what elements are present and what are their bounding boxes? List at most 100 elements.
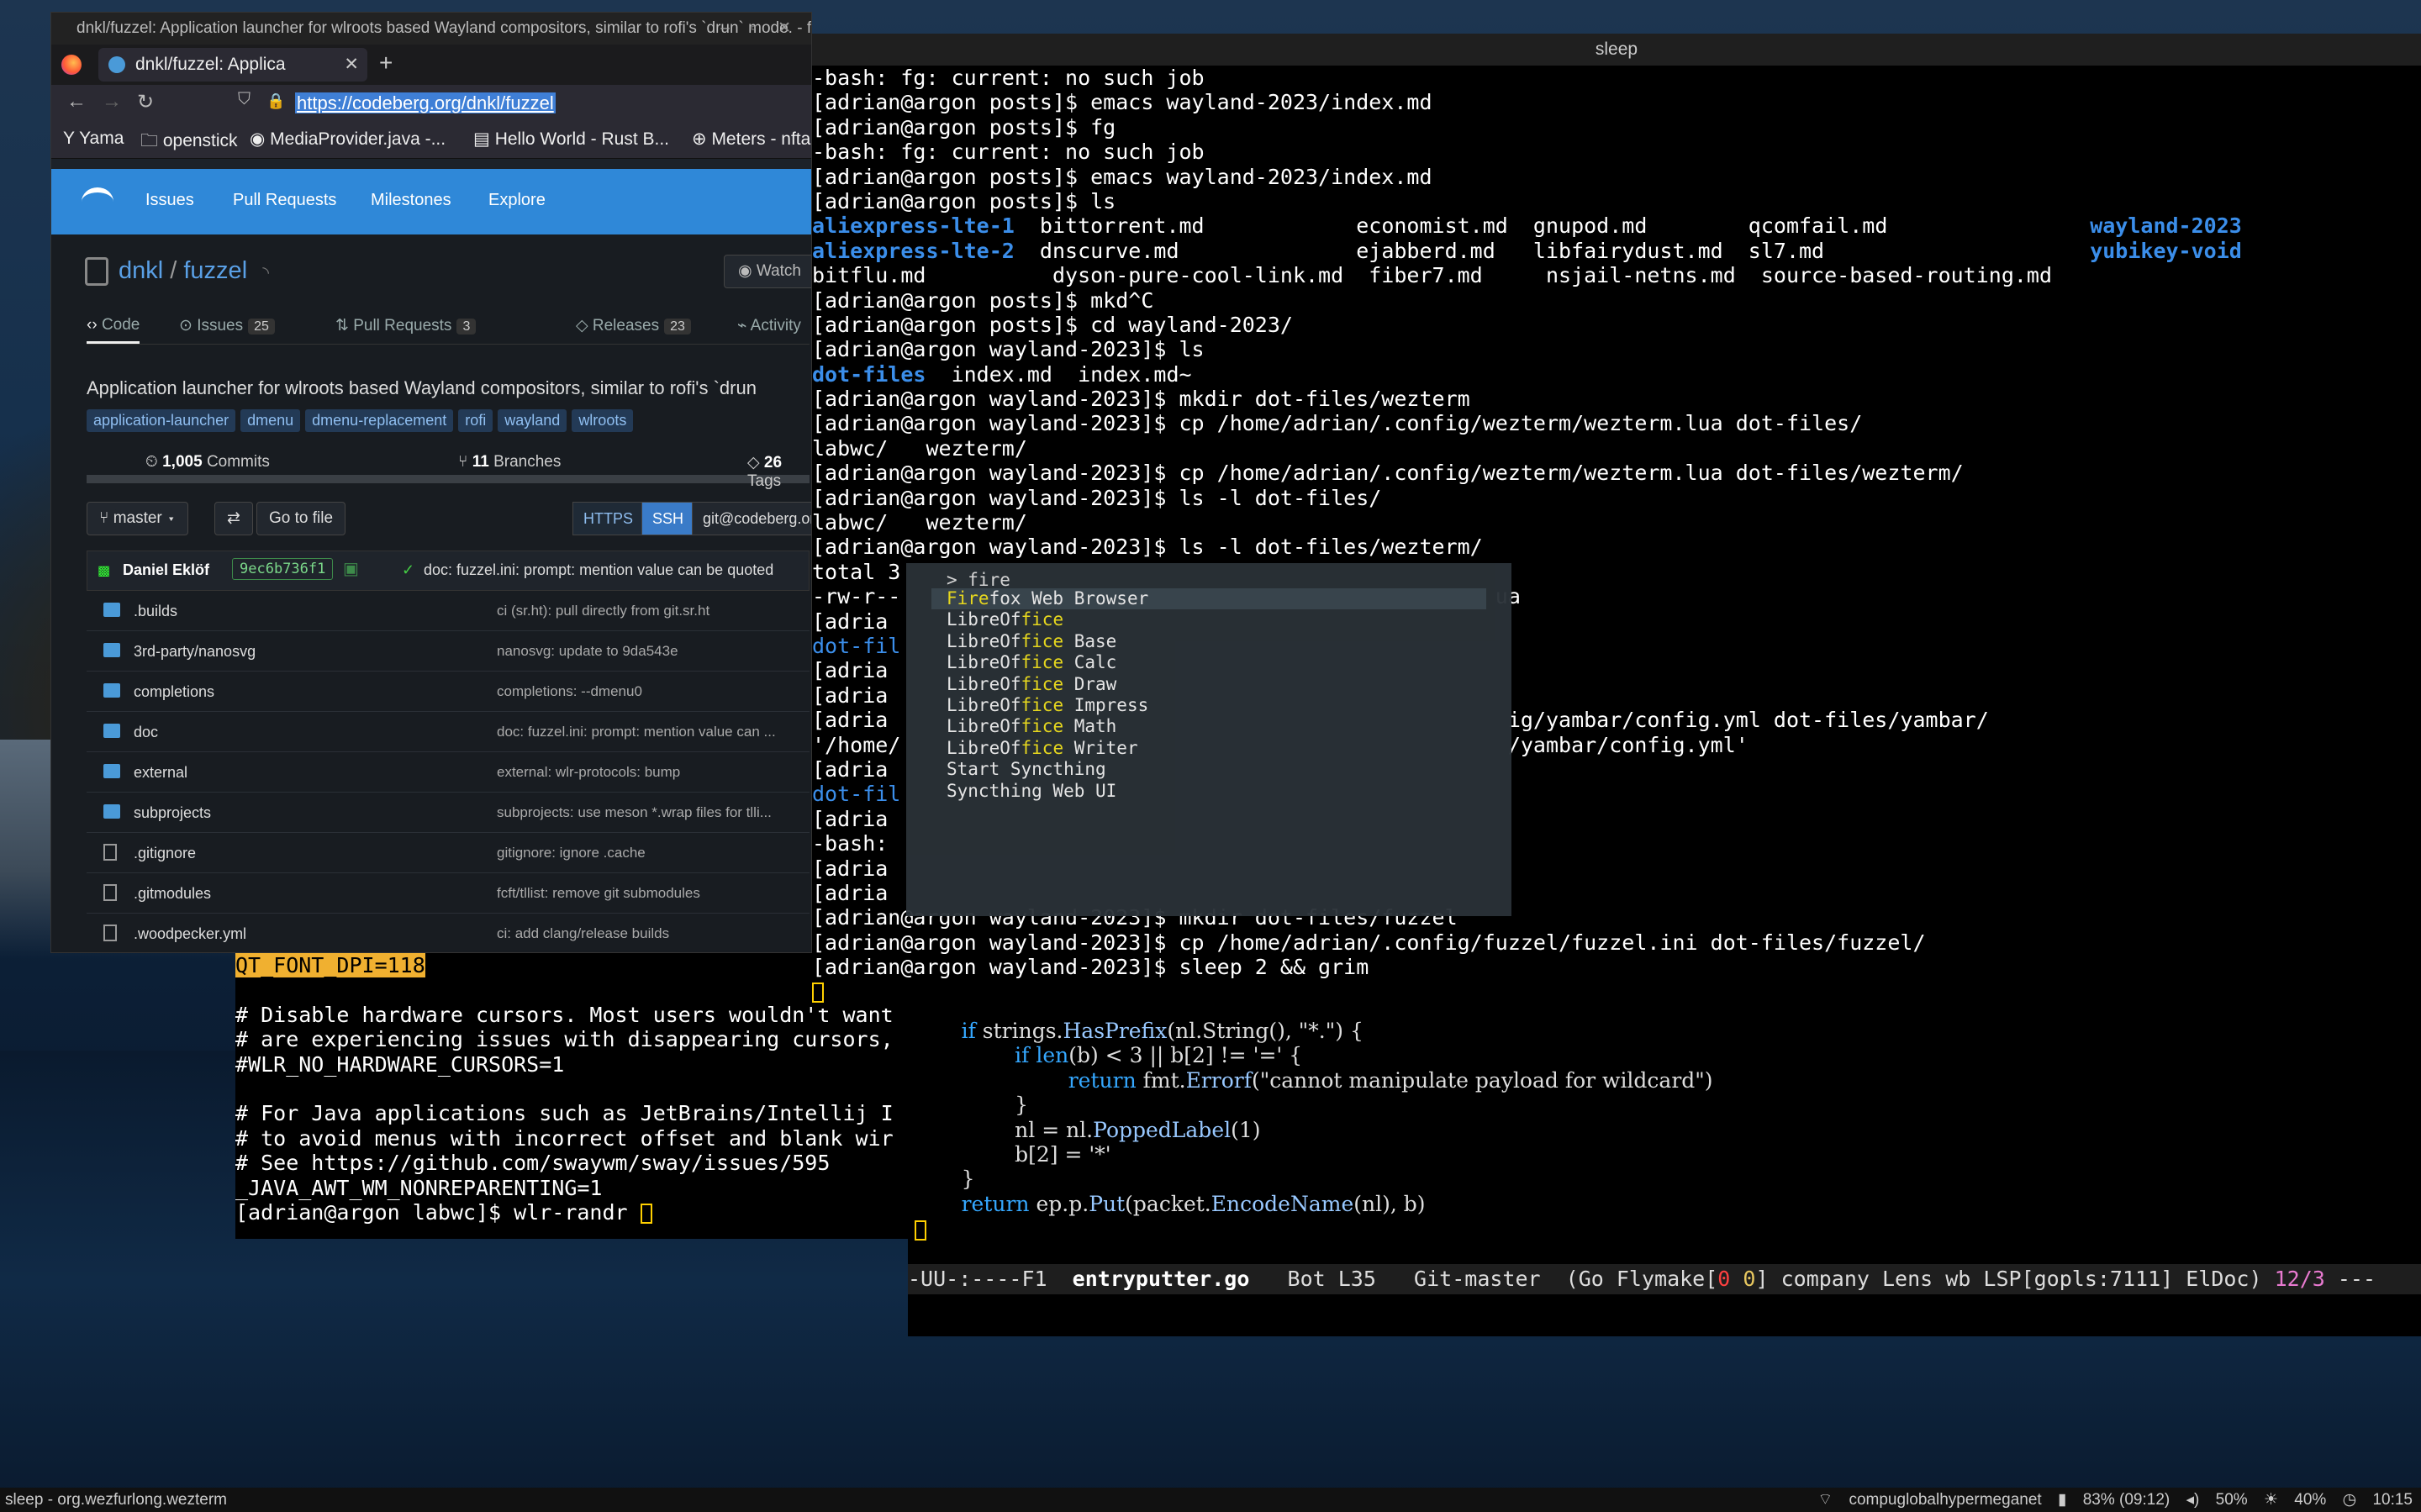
branch-dropdown[interactable]: ⑂ master ▾ — [87, 502, 189, 535]
fuzzel-result-item[interactable]: LibreOffice Math — [947, 716, 1493, 737]
emacs-modeline: -UU-:----F1 entryputter.go Bot L35 Git-m… — [908, 1264, 2421, 1294]
terminal-line: [adrian@argon posts]$ mkd^C — [812, 287, 1154, 313]
tags-link[interactable]: ◇ 26 Tags — [747, 453, 810, 491]
nav-milestones[interactable]: Milestones — [371, 191, 451, 210]
commit-message[interactable]: doc: fuzzel.ini: prompt: mention value c… — [424, 561, 773, 579]
tab-code[interactable]: ‹› Code — [87, 316, 140, 344]
bookmark-mediaprovider[interactable]: ◉ MediaProvider.java -... — [250, 129, 446, 150]
fuzzel-result-item[interactable]: LibreOffice Calc — [947, 652, 1493, 673]
codeberg-navbar: Issues Pull Requests Milestones Explore — [51, 169, 811, 234]
file-row[interactable]: .gitmodules fcft/tllist: remove git submo… — [87, 873, 810, 914]
topic-tag[interactable]: rofi — [458, 409, 493, 432]
wifi-indicator[interactable]: ⌔ compuglobalhypermeganet — [1817, 1491, 2041, 1509]
fuzzel-result-item[interactable]: LibreOffice Draw — [947, 674, 1493, 695]
fuzzel-result-item[interactable]: LibreOffice Impress — [947, 695, 1493, 716]
tab-activity[interactable]: ⌁ Activity — [737, 316, 801, 335]
close-tab-icon[interactable]: ✕ — [344, 48, 359, 82]
fuzzel-item-text: LibreOf — [947, 695, 1021, 715]
fuzzel-result-item[interactable]: LibreOffice — [947, 609, 1493, 630]
fuzzel-item-text: LibreOf — [947, 716, 1021, 737]
repo-name-link[interactable]: fuzzel — [183, 257, 247, 284]
bookmark-openstick[interactable]: 🗀 openstick — [140, 129, 238, 158]
terminal-title: sleep — [1595, 40, 1638, 59]
terminal-line: [adrian@argon posts]$ ls — [812, 188, 1116, 213]
fuzzel-result-item[interactable]: Start Syncthing — [947, 759, 1493, 780]
ls-dir-entry: dot-files — [812, 361, 926, 387]
fuzzel-item-text: LibreOf — [947, 673, 1021, 694]
browser-tab[interactable]: dnkl/fuzzel: Applica ✕ — [98, 48, 367, 82]
url-text: https://codeberg.org/dnkl/fuzzel — [295, 92, 556, 113]
file-row[interactable]: .builds ci (sr.ht): pull directly from gi… — [87, 591, 810, 631]
terminal-line: [adrian@argon wayland-2023]$ sleep 2 && … — [812, 955, 1369, 980]
file-row[interactable]: doc doc: fuzzel.ini: prompt: mention valu… — [87, 712, 810, 752]
file-row[interactable]: completions completions: --dmenu0 — [87, 672, 810, 712]
emacs-window[interactable]: if strings.HasPrefix(nl.String(), "*.") … — [908, 1009, 2421, 1336]
fuzzel-launcher[interactable]: > fire Firefox Web Browser LibreOffice Lib… — [906, 563, 1511, 916]
window-controls[interactable]: – ▫ ✕ — [720, 13, 799, 45]
fuzzel-result-item[interactable]: Firefox Web Browser — [931, 588, 1486, 610]
topic-tag[interactable]: dmenu — [240, 409, 301, 432]
bookmark-meters[interactable]: ⊕ Meters - nfta — [692, 129, 810, 150]
firefox-window[interactable]: dnkl/fuzzel: Application launcher for wl… — [50, 12, 812, 953]
topic-tag[interactable]: dmenu-replacement — [305, 409, 454, 432]
fuzzel-item-match: Fire — [947, 588, 989, 608]
nav-explore[interactable]: Explore — [488, 191, 546, 210]
rss-icon[interactable]: ◝ — [262, 264, 269, 282]
reload-icon[interactable]: ↻ — [137, 90, 154, 114]
fuzzel-item-text: Start Syncthing — [947, 759, 1106, 780]
browser-window-title: dnkl/fuzzel: Application launcher for wl… — [76, 19, 811, 37]
code-line: return fmt.Errorf("cannot manipulate pay… — [1068, 1067, 1713, 1093]
file-row[interactable]: .woodpecker.yml ci: add clang/release bui… — [87, 914, 810, 952]
nav-pull-requests[interactable]: Pull Requests — [233, 191, 336, 210]
bookmark-rust[interactable]: ▤ Hello World - Rust B... — [473, 129, 669, 150]
shield-icon[interactable]: ⛉ — [238, 90, 251, 109]
code-line: } — [908, 1167, 975, 1192]
labwc-terminal[interactable]: QT_FONT_DPI=118 # Disable hardware cursor… — [235, 953, 908, 1239]
lock-icon[interactable]: 🔒 — [266, 92, 285, 110]
file-row[interactable]: .gitignore gitignore: ignore .cache — [87, 833, 810, 873]
file-row[interactable]: 3rd-party/nanosvg nanosvg: update to 9da5… — [87, 631, 810, 672]
brightness-indicator[interactable]: ☀ 40% — [2264, 1491, 2326, 1509]
fuzzel-item-text: LibreOf — [947, 652, 1021, 673]
terminal-line: [adrian@argon wayland-2023]$ ls -l dot-f… — [812, 485, 1382, 510]
latest-commit: ▩ Daniel Eklöf 9ec6b736f1 ▣ ✓ doc: fuzze… — [87, 551, 810, 591]
clone-url-input[interactable]: git@codeberg.or — [692, 502, 811, 535]
tab-issues[interactable]: ⊙ Issues 25 — [179, 316, 275, 335]
fuzzel-result-item[interactable]: LibreOffice Writer — [947, 738, 1493, 759]
topic-tag[interactable]: application-launcher — [87, 409, 236, 432]
fuzzel-item-text: Math — [1063, 716, 1117, 737]
go-to-file-button[interactable]: Go to file — [256, 502, 346, 535]
fuzzel-prompt-input[interactable]: > fire — [947, 570, 1010, 590]
emacs-buffer[interactable]: if strings.HasPrefix(nl.String(), "*.") … — [908, 1019, 1713, 1216]
file-row[interactable]: subprojects subprojects: use meson *.wrap… — [87, 793, 810, 833]
forward-icon[interactable]: → — [102, 90, 122, 113]
battery-indicator[interactable]: ▮ 83% (09:12) — [2058, 1491, 2170, 1509]
codeberg-favicon-icon — [108, 56, 125, 73]
compare-icon[interactable]: ⇄ — [214, 502, 253, 535]
bookmark-yama[interactable]: Y Yama — [63, 129, 124, 149]
new-tab-button[interactable]: + — [379, 50, 393, 76]
topic-tag[interactable]: wayland — [498, 409, 567, 432]
fuzzel-result-item[interactable]: LibreOffice Base — [947, 631, 1493, 652]
commit-sha[interactable]: 9ec6b736f1 — [232, 558, 334, 580]
commits-link[interactable]: ⏲ 1,005 Commits — [145, 453, 270, 472]
fuzzel-item-text: fox Web Browser — [989, 588, 1149, 608]
url-bar[interactable]: https://codeberg.org/dnkl/fuzzel — [295, 91, 556, 116]
terminal-line: dot-files index.md index.md~ — [812, 362, 2421, 387]
file-row[interactable]: external external: wlr-protocols: bump — [87, 752, 810, 793]
topic-tag[interactable]: wlroots — [572, 409, 634, 432]
ssh-toggle[interactable]: SSH — [641, 502, 695, 535]
codeberg-logo-icon[interactable] — [82, 187, 113, 216]
repo-owner-link[interactable]: dnkl — [119, 257, 163, 284]
commit-author[interactable]: Daniel Eklöf — [123, 561, 209, 579]
fuzzel-result-item[interactable]: Syncthing Web UI — [947, 781, 1493, 802]
tab-releases[interactable]: ◇ Releases 23 — [576, 316, 691, 335]
tab-pull-requests[interactable]: ⇅ Pull Requests 3 — [335, 316, 477, 335]
watch-button[interactable]: ◉ Watch — [724, 255, 811, 288]
nav-issues[interactable]: Issues — [145, 191, 194, 210]
branches-link[interactable]: ⑂ 11 Branches — [458, 453, 561, 472]
back-icon[interactable]: ← — [66, 90, 87, 113]
folder-icon — [103, 764, 120, 778]
volume-indicator[interactable]: ◂) 50% — [2186, 1491, 2248, 1509]
https-toggle[interactable]: HTTPS — [572, 502, 645, 535]
